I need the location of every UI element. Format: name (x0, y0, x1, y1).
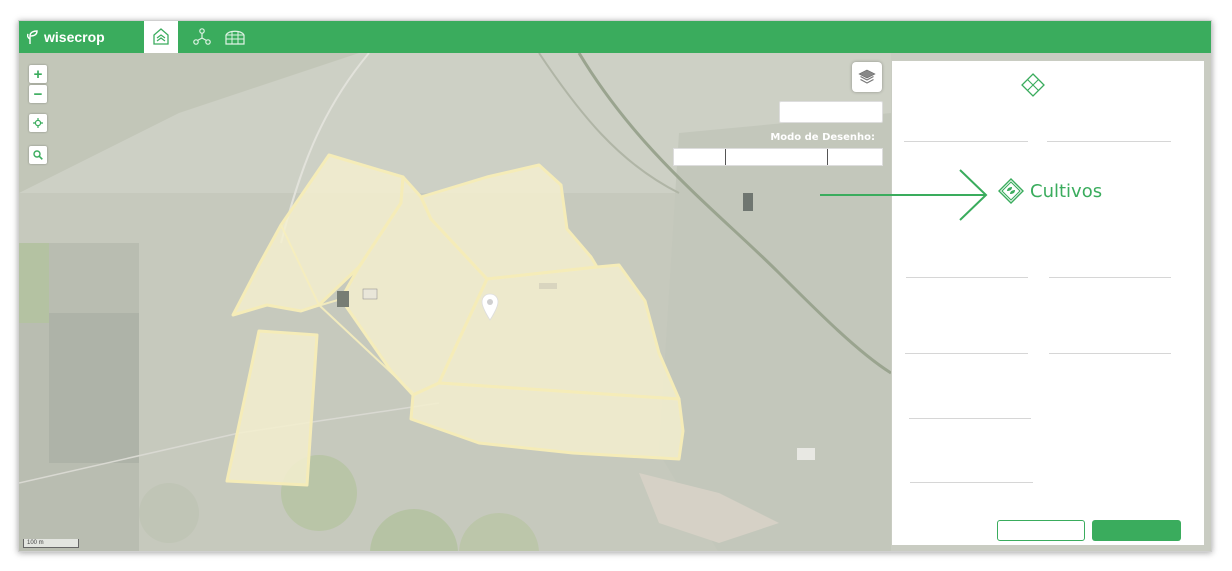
map-view[interactable]: + − Modo de Desenho: 100 m (19, 53, 891, 551)
search-icon (33, 150, 43, 160)
locate-button[interactable] (29, 114, 47, 132)
field-input-4[interactable] (1049, 277, 1171, 278)
wisecrop-leaf-icon (27, 30, 38, 44)
annotation-arrow (820, 169, 988, 221)
draw-tool-polygon[interactable] (674, 149, 726, 165)
field-input-5[interactable] (905, 353, 1028, 354)
zoom-out-button[interactable]: − (29, 85, 47, 103)
nav-tab-greenhouse[interactable] (220, 21, 250, 53)
top-navigation-bar: wisecrop (19, 21, 1211, 53)
field-details-panel (892, 61, 1204, 545)
field-input-3[interactable] (906, 277, 1028, 278)
field-input-8[interactable] (910, 482, 1033, 483)
sensor-network-icon (193, 28, 211, 45)
field-diamond-icon (1021, 73, 1045, 97)
satellite-map-background (19, 53, 891, 551)
crosshair-icon (33, 118, 43, 128)
nav-tab-sensors[interactable] (188, 21, 216, 53)
brand-name: wisecrop (44, 29, 105, 45)
zoom-in-button[interactable]: + (29, 65, 47, 83)
field-input-7[interactable] (909, 418, 1031, 419)
map-search-input[interactable] (779, 101, 883, 123)
draw-mode-toolbar (673, 148, 883, 166)
field-input-1[interactable] (904, 141, 1028, 142)
layers-icon (858, 69, 876, 84)
map-search-button[interactable] (29, 146, 47, 164)
save-button[interactable] (1092, 520, 1181, 541)
app-window: wisecrop + − Modo de Desenho: 100 m (18, 20, 1212, 552)
draw-tool-edit[interactable] (726, 149, 829, 165)
nav-tab-farms[interactable] (144, 21, 178, 53)
cultivos-label: Cultivos (1030, 180, 1103, 202)
crops-icon (998, 178, 1024, 204)
farm-field-icon (153, 28, 169, 45)
greenhouse-icon (225, 30, 245, 45)
cancel-button[interactable] (997, 520, 1085, 541)
layers-button[interactable] (852, 62, 882, 92)
field-input-2[interactable] (1047, 141, 1171, 142)
draw-tool-delete[interactable] (828, 149, 882, 165)
field-input-6[interactable] (1049, 353, 1171, 354)
map-marker-icon[interactable] (481, 293, 499, 321)
draw-mode-label: Modo de Desenho: (770, 132, 875, 143)
wisecrop-logo[interactable]: wisecrop (27, 27, 105, 47)
map-scale-bar: 100 m (23, 539, 79, 548)
cultivos-callout: Cultivos (998, 178, 1102, 204)
